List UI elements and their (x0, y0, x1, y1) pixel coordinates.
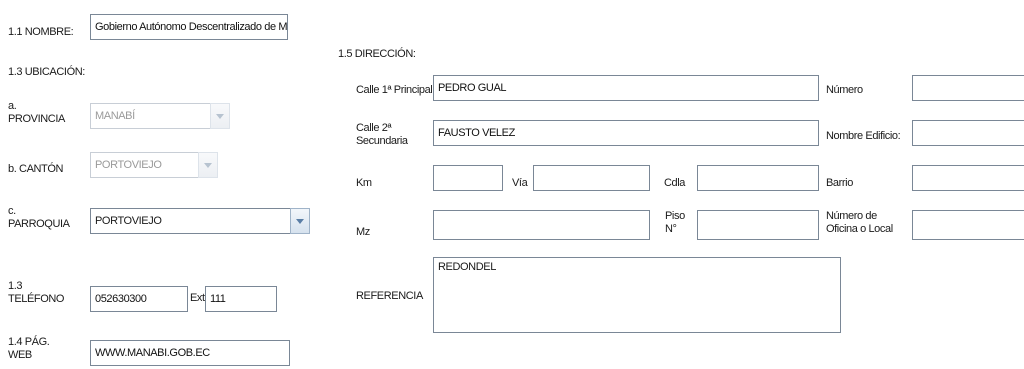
nombre-edificio-field[interactable] (912, 120, 1024, 146)
canton-select[interactable]: PORTOVIEJO (90, 152, 218, 178)
referencia-label: REFERENCIA (356, 290, 423, 302)
parroquia-label: c. PARROQUIA (8, 205, 70, 230)
web-field[interactable]: WWW.MANABI.GOB.EC (90, 340, 290, 366)
nombre-edificio-label: Nombre Edificio: (826, 130, 901, 142)
telefono-label: 1.3 TELÉFONO (8, 280, 65, 305)
nombre-label: 1.1 NOMBRE: (8, 26, 74, 38)
canton-value: PORTOVIEJO (90, 152, 198, 178)
via-label: Vía (512, 177, 528, 189)
mz-field[interactable] (433, 210, 650, 240)
km-field[interactable] (433, 165, 503, 191)
ext-label: Ext (190, 292, 205, 304)
nombre-field[interactable]: Gobierno Autónomo Descentralizado de M (90, 14, 288, 40)
referencia-textarea[interactable]: REDONDEL (433, 257, 841, 333)
numero-oficina-field[interactable] (912, 210, 1024, 240)
provincia-label: a. PROVINCIA (8, 100, 65, 125)
ubicacion-label: 1.3 UBICACIÓN: (8, 66, 85, 78)
km-label: Km (356, 177, 372, 189)
telefono-field[interactable]: 052630300 (90, 286, 188, 312)
parroquia-value: PORTOVIEJO (90, 208, 290, 234)
parroquia-select[interactable]: PORTOVIEJO (90, 208, 310, 234)
parroquia-dropdown-icon[interactable] (290, 208, 310, 234)
provincia-value: MANABÍ (90, 103, 210, 129)
canton-dropdown-icon[interactable] (198, 152, 218, 178)
via-field[interactable] (533, 165, 650, 191)
provincia-select[interactable]: MANABÍ (90, 103, 230, 129)
barrio-label: Barrio (826, 177, 853, 189)
piso-field[interactable] (697, 210, 819, 240)
calle-secundaria-label: Calle 2ª Secundaria (356, 122, 408, 147)
numero-oficina-label: Número de Oficina o Local (826, 210, 893, 235)
calle-principal-field[interactable]: PEDRO GUAL (433, 75, 819, 101)
calle-secundaria-field[interactable]: FAUSTO VELEZ (433, 120, 819, 146)
barrio-field[interactable] (912, 165, 1024, 191)
provincia-dropdown-icon[interactable] (210, 103, 230, 129)
web-label: 1.4 PÁG. WEB (8, 336, 50, 361)
cdla-label: Cdla (664, 177, 686, 189)
numero-field[interactable] (912, 75, 1024, 101)
direccion-label: 1.5 DIRECCIÓN: (338, 48, 416, 60)
canton-label: b. CANTÓN (8, 163, 64, 175)
ext-field[interactable]: 111 (205, 286, 277, 312)
mz-label: Mz (356, 226, 370, 238)
cdla-field[interactable] (697, 165, 819, 191)
piso-label: Piso N° (665, 210, 685, 235)
numero-label: Número (826, 84, 863, 96)
calle-principal-label: Calle 1ª Principal (356, 84, 433, 96)
